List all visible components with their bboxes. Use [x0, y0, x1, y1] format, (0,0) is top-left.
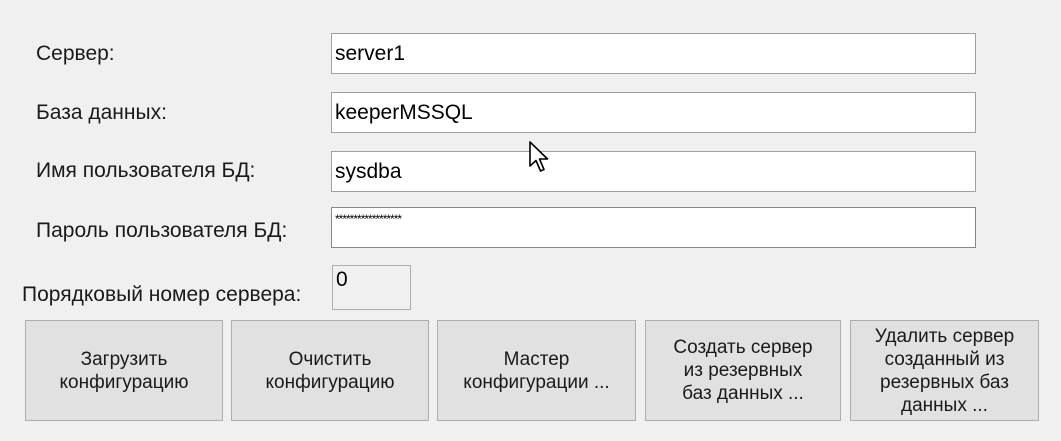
- create-from-backup-button[interactable]: Создать сервер из резервных баз данных .…: [645, 320, 841, 421]
- config-wizard-button[interactable]: Мастер конфигурации ...: [437, 320, 636, 421]
- clear-config-button[interactable]: Очистить конфигурацию: [231, 320, 429, 421]
- server-label: Сервер:: [36, 42, 115, 65]
- delete-created-server-button[interactable]: Удалить сервер созданный из резервных ба…: [850, 320, 1039, 421]
- database-label: База данных:: [36, 101, 167, 124]
- db-user-input[interactable]: [331, 151, 976, 192]
- db-user-label: Имя пользователя БД:: [36, 159, 256, 182]
- database-input[interactable]: [331, 92, 976, 133]
- arrow-cursor-icon: [529, 141, 549, 172]
- load-config-button[interactable]: Загрузить конфигурацию: [25, 320, 223, 421]
- server-number-label: Порядковый номер сервера:: [22, 283, 302, 306]
- db-password-label: Пароль пользователя БД:: [36, 219, 288, 242]
- server-input[interactable]: [331, 33, 976, 74]
- server-number-input[interactable]: [332, 265, 411, 310]
- db-password-input[interactable]: [331, 207, 976, 248]
